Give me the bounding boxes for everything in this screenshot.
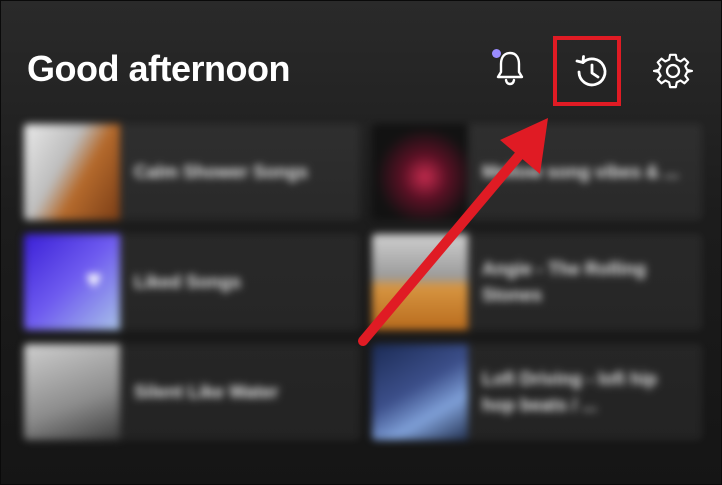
shortcut-tile[interactable]: Mellow song vibes & ...	[372, 124, 702, 220]
playlist-cover	[372, 344, 468, 440]
shortcut-title: Silent Like Water	[134, 382, 279, 402]
shortcut-tile[interactable]: Angie - The Rolling Stones	[372, 234, 702, 330]
shortcut-title: Calm Shower Songs	[134, 162, 309, 182]
shortcut-tile[interactable]: Silent Like Water	[24, 344, 360, 440]
page-title: Good afternoon	[27, 48, 290, 89]
settings-button[interactable]	[650, 48, 696, 94]
shortcut-title: Mellow song vibes & ...	[482, 162, 680, 182]
shortcut-tile[interactable]: Lofi Driving - lofi hip hop beats / ...	[372, 344, 702, 440]
shortcut-title: Liked Songs	[134, 272, 242, 292]
heart-icon: ♥	[86, 264, 102, 294]
playlist-cover	[372, 234, 468, 330]
shortcut-title: Lofi Driving - lofi hip hop beats / ...	[482, 369, 657, 415]
notification-dot	[492, 49, 501, 58]
gear-icon	[653, 53, 693, 89]
playlist-cover	[372, 124, 468, 220]
playlist-cover	[24, 234, 120, 330]
shortcut-title: Angie - The Rolling Stones	[482, 259, 646, 305]
highlight-box	[553, 36, 621, 106]
playlist-cover	[24, 344, 120, 440]
shortcut-tile[interactable]: ♥ Liked Songs	[24, 234, 360, 330]
playlist-cover	[24, 124, 120, 220]
shortcut-tile[interactable]: Calm Shower Songs	[24, 124, 360, 220]
notifications-button[interactable]	[488, 46, 532, 90]
